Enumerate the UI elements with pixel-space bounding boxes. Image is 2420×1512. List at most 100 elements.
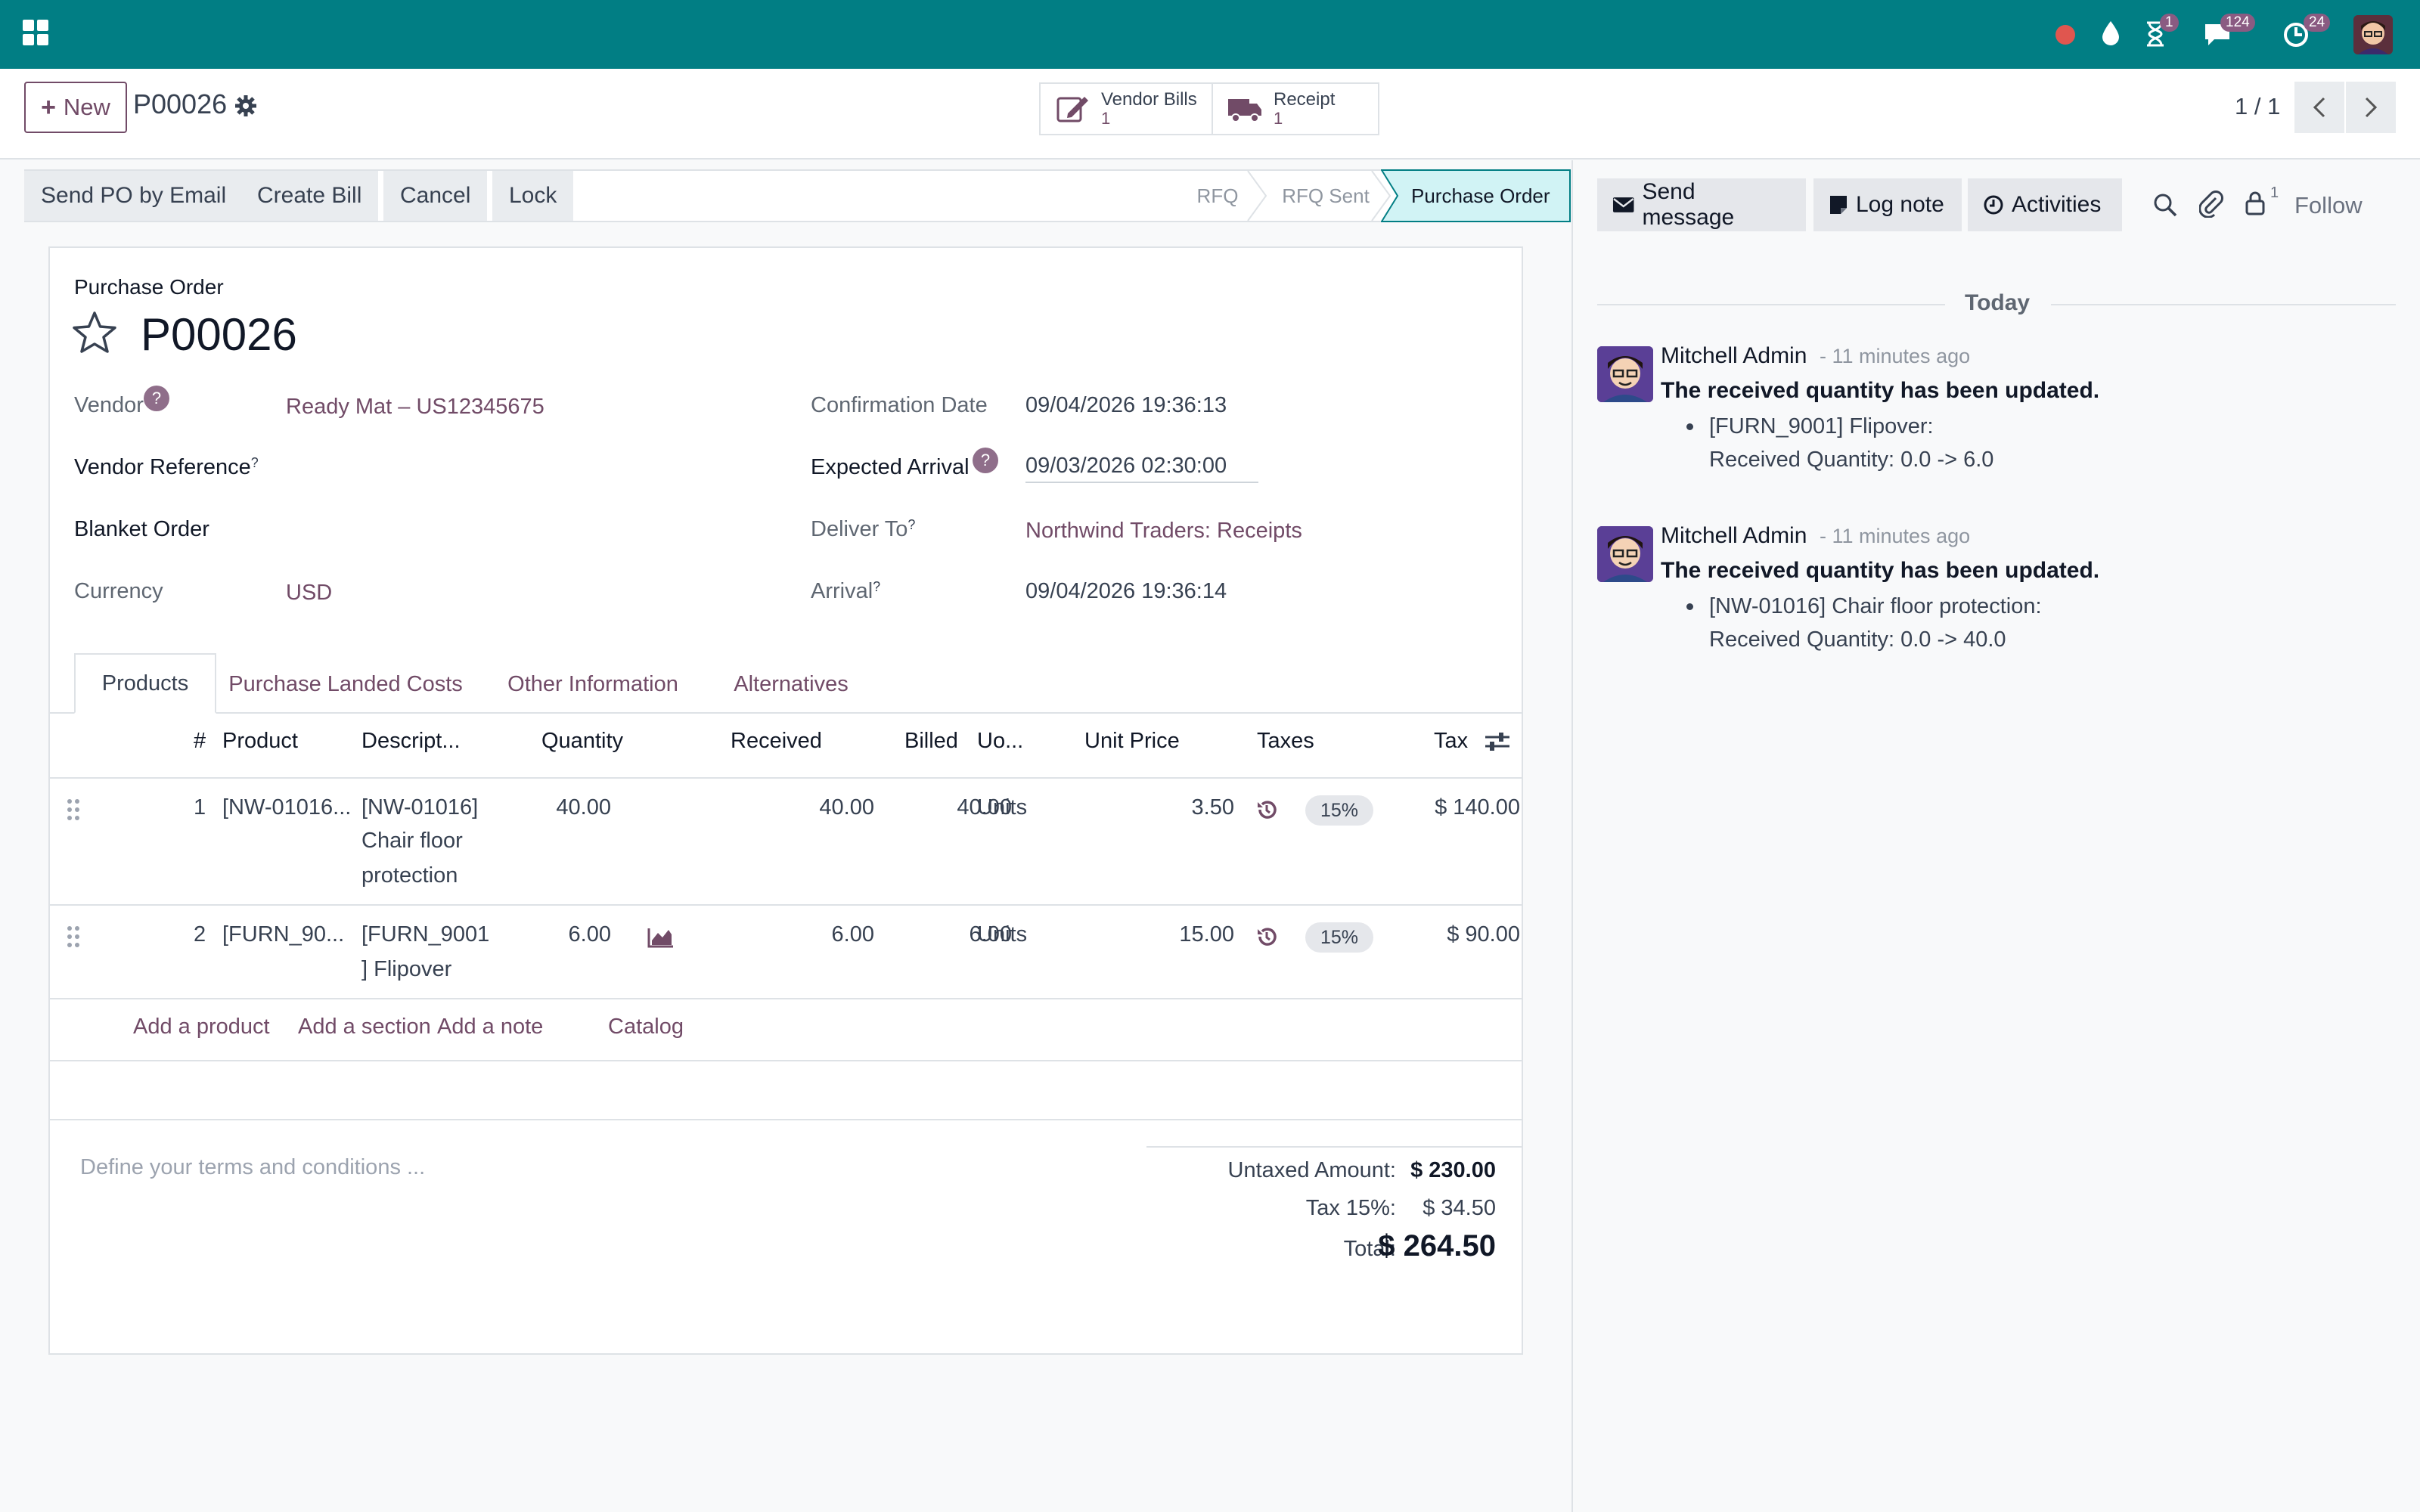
- arrival-text: Arrival: [811, 579, 873, 603]
- vendor-bills-smart-button[interactable]: Vendor Bills 1: [1039, 82, 1213, 135]
- user-avatar[interactable]: [2353, 15, 2393, 54]
- table-row[interactable]: 2 [FURN_90... [FURN_9001 ] Flipover 6.00…: [50, 906, 1522, 999]
- help-tooltip-icon[interactable]: ?: [973, 448, 998, 473]
- row-received[interactable]: 6.00: [738, 922, 874, 947]
- help-tooltip-icon[interactable]: ?: [144, 386, 169, 411]
- price-history-icon[interactable]: [1255, 925, 1278, 948]
- tab-landed-costs[interactable]: Purchase Landed Costs: [221, 655, 470, 714]
- expected-arrival-input[interactable]: 09/03/2026 02:30:00: [1025, 454, 1258, 483]
- message-author[interactable]: Mitchell Admin: [1661, 523, 1807, 549]
- optional-columns-toggle-icon[interactable]: [1484, 730, 1511, 753]
- create-bill-button[interactable]: Create Bill: [240, 171, 379, 221]
- po-title: P00026: [141, 309, 297, 360]
- row-received[interactable]: 40.00: [738, 795, 874, 820]
- col-header-uom[interactable]: Uo...: [977, 729, 1023, 754]
- log-note-button[interactable]: Log note: [1813, 178, 1962, 231]
- tab-other-information[interactable]: Other Information: [473, 655, 712, 714]
- row-description-line3[interactable]: protection: [361, 863, 458, 888]
- search-icon[interactable]: [2152, 192, 2178, 218]
- followers-lock-icon[interactable]: [2245, 191, 2266, 216]
- message-bullet: [1686, 603, 1693, 610]
- row-product[interactable]: [NW-01016...: [222, 795, 351, 820]
- add-product-link[interactable]: Add a product: [133, 1015, 270, 1040]
- col-header-unit-price[interactable]: Unit Price: [1084, 729, 1180, 754]
- row-description-line2[interactable]: Chair floor: [361, 829, 463, 854]
- arrival-label: Arrival?: [811, 579, 880, 604]
- deliver-to-label: Deliver To?: [811, 517, 915, 542]
- pager-next-button[interactable]: [2346, 82, 2396, 133]
- totals-divider: [1146, 1146, 1522, 1148]
- author-avatar[interactable]: [1597, 526, 1653, 582]
- deliver-to-field[interactable]: Northwind Traders: Receipts: [1025, 519, 1302, 544]
- col-header-received[interactable]: Received: [731, 729, 822, 754]
- row-uom[interactable]: Units: [977, 795, 1027, 820]
- col-header-billed[interactable]: Billed: [904, 729, 958, 754]
- pager-previous-button[interactable]: [2294, 82, 2344, 133]
- tab-products-active[interactable]: Products: [74, 653, 216, 714]
- recording-dot-icon[interactable]: [2055, 25, 2075, 45]
- new-button[interactable]: + New: [24, 82, 127, 133]
- catalog-link[interactable]: Catalog: [608, 1015, 684, 1040]
- vendor-field[interactable]: Ready Mat – US12345675: [286, 395, 544, 420]
- gear-icon[interactable]: [234, 94, 257, 117]
- row-description-line1[interactable]: [FURN_9001: [361, 922, 489, 947]
- add-section-link[interactable]: Add a section: [298, 1015, 431, 1040]
- tab-alternatives[interactable]: Alternatives: [715, 655, 867, 714]
- stage-rfq-sent[interactable]: RFQ Sent: [1269, 171, 1382, 221]
- row-quantity[interactable]: 6.00: [520, 922, 611, 947]
- stage-purchase-order-current[interactable]: Purchase Order: [1381, 169, 1571, 222]
- terms-conditions-input[interactable]: Define your terms and conditions ...: [80, 1155, 425, 1180]
- follow-button[interactable]: Follow: [2294, 192, 2363, 219]
- col-header-product[interactable]: Product: [222, 729, 298, 754]
- drag-handle-icon[interactable]: [67, 798, 82, 821]
- send-message-button[interactable]: Send message: [1597, 178, 1806, 231]
- receipt-smart-button[interactable]: Receipt 1: [1212, 82, 1379, 135]
- message-author[interactable]: Mitchell Admin: [1661, 343, 1807, 369]
- row-unit-price[interactable]: 15.00: [1094, 922, 1234, 947]
- forecast-chart-icon[interactable]: [647, 927, 675, 948]
- currency-field[interactable]: USD: [286, 581, 332, 606]
- clock-icon: [1984, 195, 2003, 215]
- send-message-label: Send message: [1642, 179, 1735, 230]
- send-po-email-button[interactable]: Send PO by Email: [24, 171, 244, 221]
- breadcrumb-record: P00026: [133, 88, 228, 119]
- cancel-button[interactable]: Cancel: [383, 171, 488, 221]
- top-navbar: 1 124 24: [0, 0, 2420, 69]
- price-history-icon[interactable]: [1255, 798, 1278, 821]
- tax-badge[interactable]: 15%: [1305, 922, 1373, 953]
- paperclip-attachment-icon[interactable]: [2199, 191, 2223, 218]
- activity-count-badge: 1: [2160, 14, 2179, 32]
- row-description-line2[interactable]: ] Flipover: [361, 957, 451, 982]
- arrival-value: 09/04/2026 19:36:14: [1025, 579, 1227, 603]
- messages-count-badge: 124: [2220, 14, 2255, 32]
- col-header-taxes[interactable]: Taxes: [1257, 729, 1314, 754]
- col-header-description[interactable]: Descript...: [361, 729, 461, 754]
- tab-products-label: Products: [101, 671, 189, 696]
- star-favorite-icon[interactable]: [71, 310, 118, 355]
- expected-arrival-label: Expected Arrival: [811, 455, 970, 479]
- drag-handle-icon[interactable]: [67, 925, 82, 948]
- drop-icon[interactable]: [2101, 20, 2121, 47]
- author-avatar[interactable]: [1597, 346, 1653, 402]
- vendor-label: Vendor: [74, 393, 144, 417]
- col-header-tax-amount[interactable]: Tax: [1434, 729, 1468, 754]
- truck-icon: [1227, 94, 1263, 123]
- table-row[interactable]: 1 [NW-01016... [NW-01016] Chair floor pr…: [50, 779, 1522, 906]
- row-description-line1[interactable]: [NW-01016]: [361, 795, 478, 820]
- pager-value[interactable]: 1 / 1: [2235, 93, 2280, 120]
- row-quantity[interactable]: 40.00: [520, 795, 611, 820]
- message-item: [FURN_9001] Flipover:: [1709, 414, 1934, 438]
- row-uom[interactable]: Units: [977, 922, 1027, 947]
- add-note-link[interactable]: Add a note: [437, 1015, 543, 1040]
- row-tax-total: $ 140.00: [1435, 795, 1520, 820]
- col-header-quantity[interactable]: Quantity: [541, 729, 623, 754]
- activities-button[interactable]: Activities: [1968, 178, 2122, 231]
- lock-button[interactable]: Lock: [492, 171, 574, 221]
- row-product[interactable]: [FURN_90...: [222, 922, 344, 947]
- table-footer-divider: [50, 1119, 1522, 1120]
- apps-menu-icon[interactable]: [23, 20, 48, 45]
- tax-badge[interactable]: 15%: [1305, 795, 1373, 826]
- col-header-number: #: [194, 729, 206, 753]
- row-unit-price[interactable]: 3.50: [1094, 795, 1234, 820]
- message-change: Received Quantity: 0.0 -> 40.0: [1709, 627, 2006, 652]
